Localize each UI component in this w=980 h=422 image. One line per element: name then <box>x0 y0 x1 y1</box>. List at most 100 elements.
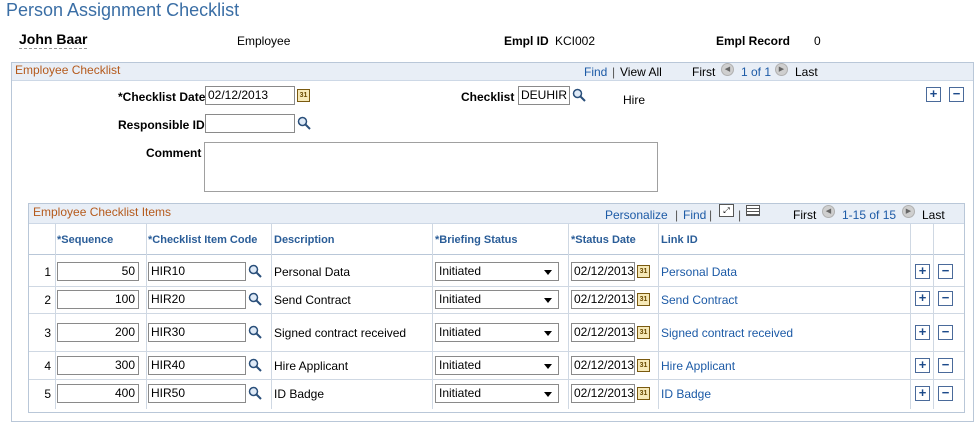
status-date-field[interactable]: 02/12/2013 <box>571 290 635 309</box>
briefing-status-select[interactable]: Initiated <box>435 356 559 375</box>
previous-arrow-icon[interactable]: ◀ <box>822 205 835 218</box>
item-code-field[interactable]: HIR40 <box>148 356 246 375</box>
row-number: 4 <box>44 359 51 373</box>
chevron-down-icon <box>544 364 552 369</box>
previous-arrow-icon[interactable]: ◀ <box>721 63 734 76</box>
sequence-field[interactable]: 100 <box>57 290 139 309</box>
column-divider <box>658 224 659 409</box>
download-grid-icon[interactable] <box>746 205 760 216</box>
column-sequence[interactable]: *Sequence <box>57 234 113 246</box>
calendar-icon[interactable]: 31 <box>637 293 650 306</box>
column-status-date[interactable]: *Status Date <box>571 234 636 246</box>
status-date-field[interactable]: 02/12/2013 <box>571 323 635 342</box>
delete-row-icon[interactable]: − <box>938 358 953 373</box>
comment-textarea[interactable] <box>204 142 658 192</box>
briefing-status-select[interactable]: Initiated <box>435 262 559 281</box>
column-divider <box>568 224 569 409</box>
empl-record-label: Empl Record <box>716 34 791 48</box>
status-date-field[interactable]: 02/12/2013 <box>571 356 635 375</box>
item-code-field[interactable]: HIR50 <box>148 384 246 403</box>
checklist-pager: 1 of 1 <box>741 65 772 79</box>
link-id[interactable]: Hire Applicant <box>661 359 735 373</box>
delete-row-icon[interactable]: − <box>938 264 953 279</box>
sequence-field[interactable]: 50 <box>57 262 139 281</box>
next-arrow-icon[interactable]: ▶ <box>902 205 915 218</box>
calendar-icon[interactable]: 31 <box>637 359 650 372</box>
sequence-field[interactable]: 400 <box>57 384 139 403</box>
sequence-field[interactable]: 200 <box>57 323 139 342</box>
item-code-field[interactable]: HIR10 <box>148 262 246 281</box>
calendar-icon[interactable]: 31 <box>637 326 650 339</box>
find-link[interactable]: Find <box>584 65 607 79</box>
row-divider <box>29 286 964 287</box>
next-arrow-icon[interactable]: ▶ <box>775 63 788 76</box>
column-description[interactable]: Description <box>274 234 335 246</box>
link-id[interactable]: Signed contract received <box>661 326 793 340</box>
row-number: 1 <box>44 265 51 279</box>
add-row-icon[interactable]: + <box>915 291 930 306</box>
calendar-icon[interactable]: 31 <box>637 387 650 400</box>
lookup-icon[interactable] <box>248 264 262 278</box>
delete-row-icon[interactable]: − <box>938 386 953 401</box>
employee-checklist-header <box>12 63 973 81</box>
separator: | <box>675 208 679 222</box>
separator: | <box>709 208 713 222</box>
calendar-icon[interactable]: 31 <box>297 89 310 102</box>
column-divider <box>910 224 911 409</box>
link-id[interactable]: Send Contract <box>661 293 738 307</box>
delete-row-icon[interactable]: − <box>938 291 953 306</box>
link-id[interactable]: Personal Data <box>661 265 737 279</box>
checklist-items-title: Employee Checklist Items <box>33 205 172 219</box>
lookup-icon[interactable] <box>572 88 586 102</box>
item-code-field[interactable]: HIR20 <box>148 290 246 309</box>
checklist-label: Checklist <box>461 90 515 104</box>
lookup-icon[interactable] <box>248 325 262 339</box>
delete-row-icon[interactable]: − <box>949 87 964 102</box>
row-number: 3 <box>44 326 51 340</box>
item-code-field[interactable]: HIR30 <box>148 323 246 342</box>
item-description: Personal Data <box>274 265 351 279</box>
item-description: ID Badge <box>274 387 325 401</box>
column-divider <box>432 224 433 409</box>
add-row-icon[interactable]: + <box>915 358 930 373</box>
lookup-icon[interactable] <box>248 292 262 306</box>
briefing-status-select[interactable]: Initiated <box>435 323 559 342</box>
checklist-description: Hire <box>623 93 646 107</box>
status-date-field[interactable]: 02/12/2013 <box>571 262 635 281</box>
grid-find-link[interactable]: Find <box>683 208 706 222</box>
zoom-icon[interactable]: ⤢ <box>719 204 734 217</box>
link-id[interactable]: ID Badge <box>661 387 711 401</box>
row-divider <box>29 313 964 314</box>
lookup-icon[interactable] <box>248 358 262 372</box>
checklist-code-field[interactable]: DEUHIR <box>518 86 570 105</box>
grid-last-label: Last <box>922 208 945 222</box>
status-date-field[interactable]: 02/12/2013 <box>571 384 635 403</box>
lookup-icon[interactable] <box>297 116 311 130</box>
add-row-icon[interactable]: + <box>915 264 930 279</box>
responsible-id-label: Responsible ID <box>118 118 205 132</box>
briefing-status-value: Initiated <box>439 325 482 339</box>
add-row-icon[interactable]: + <box>926 87 941 102</box>
item-description: Hire Applicant <box>274 359 349 373</box>
calendar-icon[interactable]: 31 <box>637 265 650 278</box>
comment-label: Comment <box>146 146 202 160</box>
briefing-status-select[interactable]: Initiated <box>435 290 559 309</box>
last-label: Last <box>795 65 818 79</box>
add-row-icon[interactable]: + <box>915 386 930 401</box>
employee-type: Employee <box>237 34 291 48</box>
responsible-id-field[interactable] <box>205 114 295 133</box>
checklist-date-field[interactable]: 02/12/2013 <box>205 86 295 105</box>
add-row-icon[interactable]: + <box>915 325 930 340</box>
page-title: Person Assignment Checklist <box>6 0 240 20</box>
column-briefing-status[interactable]: *Briefing Status <box>435 234 518 246</box>
personalize-link[interactable]: Personalize <box>605 208 668 222</box>
item-description: Signed contract received <box>274 326 407 340</box>
column-item-code[interactable]: *Checklist Item Code <box>148 234 257 246</box>
view-all-link[interactable]: View All <box>620 65 662 79</box>
delete-row-icon[interactable]: − <box>938 325 953 340</box>
sequence-field[interactable]: 300 <box>57 356 139 375</box>
briefing-status-select[interactable]: Initiated <box>435 384 559 403</box>
chevron-down-icon <box>544 392 552 397</box>
column-link-id[interactable]: Link ID <box>661 234 698 246</box>
lookup-icon[interactable] <box>248 386 262 400</box>
